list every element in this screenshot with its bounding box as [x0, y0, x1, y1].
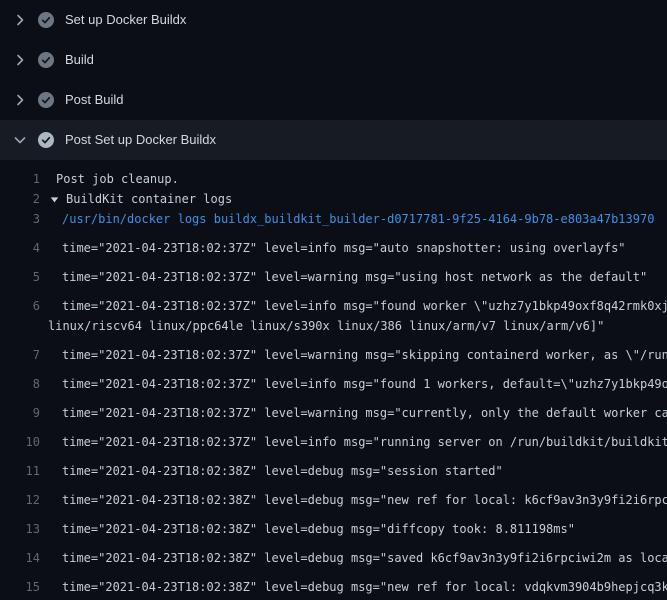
log-row: 1 Post job cleanup.	[0, 169, 667, 189]
line-number[interactable]	[0, 316, 40, 336]
line-number[interactable]: 3	[0, 209, 40, 229]
line-number[interactable]: 14	[0, 548, 40, 568]
line-number[interactable]: 11	[0, 461, 40, 481]
log-text[interactable]: BuildKit container logs	[66, 189, 232, 209]
log-text: time="2021-04-23T18:02:37Z" level=info m…	[62, 432, 667, 452]
chevron-right-icon	[12, 12, 28, 28]
log-rows: 1 Post job cleanup. 2 BuildKit container…	[0, 169, 667, 600]
log-text: time="2021-04-23T18:02:37Z" level=warnin…	[62, 267, 647, 287]
check-circle-icon	[38, 92, 54, 108]
step-title: Post Build	[65, 92, 124, 108]
log-text: time="2021-04-23T18:02:38Z" level=debug …	[62, 461, 503, 481]
log-text: time="2021-04-23T18:02:38Z" level=debug …	[62, 490, 667, 510]
log-text: linux/riscv64 linux/ppc64le linux/s390x …	[48, 316, 604, 336]
step-header[interactable]: Post Set up Docker Buildx	[0, 120, 667, 160]
step-title: Build	[65, 52, 94, 68]
steps-list: Set up Docker Buildx Build Post Build	[0, 0, 667, 160]
line-number[interactable]: 7	[0, 345, 40, 365]
step-title: Post Set up Docker Buildx	[65, 132, 216, 148]
log-row: 4 time="2021-04-23T18:02:37Z" level=info…	[0, 229, 667, 258]
log-text: /usr/bin/docker logs buildx_buildkit_bui…	[62, 209, 654, 229]
log-row: 3 /usr/bin/docker logs buildx_buildkit_b…	[0, 209, 667, 229]
log-row: 6 time="2021-04-23T18:02:37Z" level=info…	[0, 287, 667, 316]
chevron-down-icon	[12, 132, 28, 148]
log-text: time="2021-04-23T18:02:37Z" level=warnin…	[62, 403, 667, 423]
log-text: time="2021-04-23T18:02:38Z" level=debug …	[62, 519, 575, 539]
line-number[interactable]: 5	[0, 267, 40, 287]
line-number[interactable]: 13	[0, 519, 40, 539]
log-row: 2 BuildKit container logs	[0, 189, 667, 209]
line-number[interactable]: 6	[0, 296, 40, 316]
log-row: 11 time="2021-04-23T18:02:38Z" level=deb…	[0, 452, 667, 481]
line-number[interactable]: 15	[0, 577, 40, 597]
log-text: time="2021-04-23T18:02:38Z" level=debug …	[62, 577, 667, 597]
check-circle-icon	[38, 132, 54, 148]
step-header[interactable]: Post Build	[0, 80, 667, 120]
group-collapse-icon[interactable]	[50, 189, 59, 209]
line-number[interactable]: 10	[0, 432, 40, 452]
log-row: 12 time="2021-04-23T18:02:38Z" level=deb…	[0, 481, 667, 510]
log-viewer: 1 Post job cleanup. 2 BuildKit container…	[0, 160, 667, 600]
log-text: Post job cleanup.	[56, 169, 179, 189]
step-header[interactable]: Set up Docker Buildx	[0, 0, 667, 40]
job-log-panel: Set up Docker Buildx Build Post Build	[0, 0, 667, 600]
line-number[interactable]: 9	[0, 403, 40, 423]
log-text: time="2021-04-23T18:02:37Z" level=info m…	[62, 296, 667, 316]
log-text: time="2021-04-23T18:02:37Z" level=warnin…	[62, 345, 667, 365]
step-header[interactable]: Build	[0, 40, 667, 80]
log-row: 9 time="2021-04-23T18:02:37Z" level=warn…	[0, 394, 667, 423]
check-circle-icon	[38, 52, 54, 68]
log-text: time="2021-04-23T18:02:38Z" level=debug …	[62, 548, 667, 568]
log-row: 8 time="2021-04-23T18:02:37Z" level=info…	[0, 365, 667, 394]
log-row: 5 time="2021-04-23T18:02:37Z" level=warn…	[0, 258, 667, 287]
log-row: 10 time="2021-04-23T18:02:37Z" level=inf…	[0, 423, 667, 452]
line-number[interactable]: 4	[0, 238, 40, 258]
line-number[interactable]: 1	[0, 169, 40, 189]
line-number[interactable]: 2	[0, 189, 40, 209]
log-row: 7 time="2021-04-23T18:02:37Z" level=warn…	[0, 336, 667, 365]
chevron-right-icon	[12, 52, 28, 68]
log-row: 15 time="2021-04-23T18:02:38Z" level=deb…	[0, 568, 667, 597]
log-text: time="2021-04-23T18:02:37Z" level=info m…	[62, 238, 626, 258]
step-title: Set up Docker Buildx	[65, 12, 186, 28]
line-number[interactable]: 12	[0, 490, 40, 510]
line-number[interactable]: 8	[0, 374, 40, 394]
log-row: 13 time="2021-04-23T18:02:38Z" level=deb…	[0, 510, 667, 539]
log-row: linux/riscv64 linux/ppc64le linux/s390x …	[0, 316, 667, 336]
chevron-right-icon	[12, 92, 28, 108]
log-row: 14 time="2021-04-23T18:02:38Z" level=deb…	[0, 539, 667, 568]
check-circle-icon	[38, 12, 54, 28]
log-text: time="2021-04-23T18:02:37Z" level=info m…	[62, 374, 667, 394]
